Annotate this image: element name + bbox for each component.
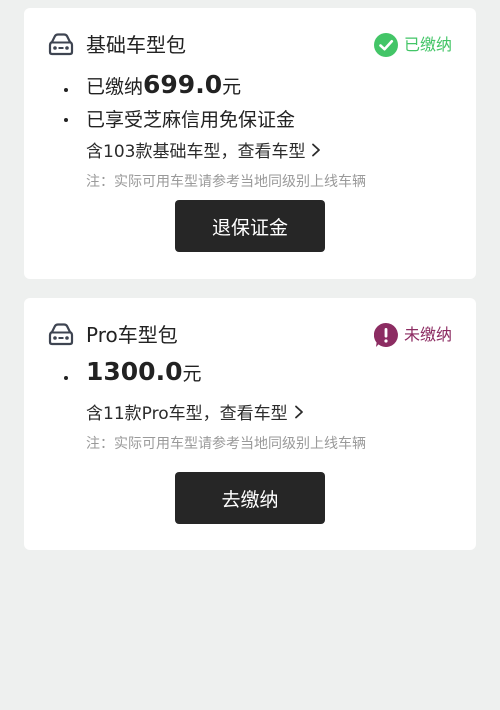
- amount-unit: 元: [182, 363, 202, 385]
- paid-amount-row: 已缴纳699.0元: [86, 70, 241, 99]
- amount-unit: 元: [222, 76, 242, 98]
- chevron-right-icon: [294, 405, 303, 418]
- paid-prefix: 已缴纳: [86, 76, 144, 98]
- check-circle-icon: [373, 33, 398, 57]
- availability-note: 注：实际可用车型请参考当地同级别上线车辆: [86, 174, 366, 190]
- refund-deposit-button[interactable]: 退保证金: [175, 200, 325, 252]
- chevron-right-icon: [312, 143, 321, 156]
- car-icon: [48, 323, 74, 346]
- unpaid-status-badge: 未缴纳: [373, 321, 452, 349]
- bullet-dot: [64, 118, 68, 122]
- pro-pack-card: Pro车型包 未缴纳 1300.0元 含11款Pro车型，查看车型 注：实际可用…: [24, 298, 476, 550]
- availability-note: 注：实际可用车型请参考当地同级别上线车辆: [86, 436, 366, 452]
- pro-deposit-amount: 1300.0: [86, 357, 183, 386]
- pro-pack-header: Pro车型包 未缴纳: [46, 320, 452, 350]
- paid-status-label: 已缴纳: [403, 35, 452, 54]
- paid-status-badge: 已缴纳: [373, 31, 452, 59]
- basic-pack-card: 基础车型包 已缴纳 已缴纳699.0元 已享受芝麻信用免保证金 含103款基础车…: [24, 8, 476, 279]
- zhima-credit-text: 已享受芝麻信用免保证金: [86, 109, 296, 131]
- pro-pack-title: Pro车型包: [86, 323, 178, 347]
- view-models-label: 含103款基础车型，查看车型: [86, 142, 306, 162]
- pro-amount-row: 1300.0元: [86, 357, 202, 386]
- pay-deposit-button[interactable]: 去缴纳: [175, 472, 325, 524]
- basic-pack-title: 基础车型包: [86, 33, 186, 57]
- bullet-dot: [64, 88, 68, 92]
- view-pro-models-link[interactable]: 含11款Pro车型，查看车型: [86, 399, 304, 424]
- view-basic-models-link[interactable]: 含103款基础车型，查看车型: [86, 137, 321, 162]
- basic-pack-header: 基础车型包 已缴纳: [46, 30, 452, 60]
- view-models-label: 含11款Pro车型，查看车型: [86, 404, 288, 424]
- deposit-amount: 699.0: [143, 70, 223, 99]
- bullet-dot: [64, 376, 68, 380]
- exclamation-circle-icon: [373, 323, 398, 347]
- unpaid-status-label: 未缴纳: [403, 325, 452, 344]
- car-icon: [48, 33, 74, 56]
